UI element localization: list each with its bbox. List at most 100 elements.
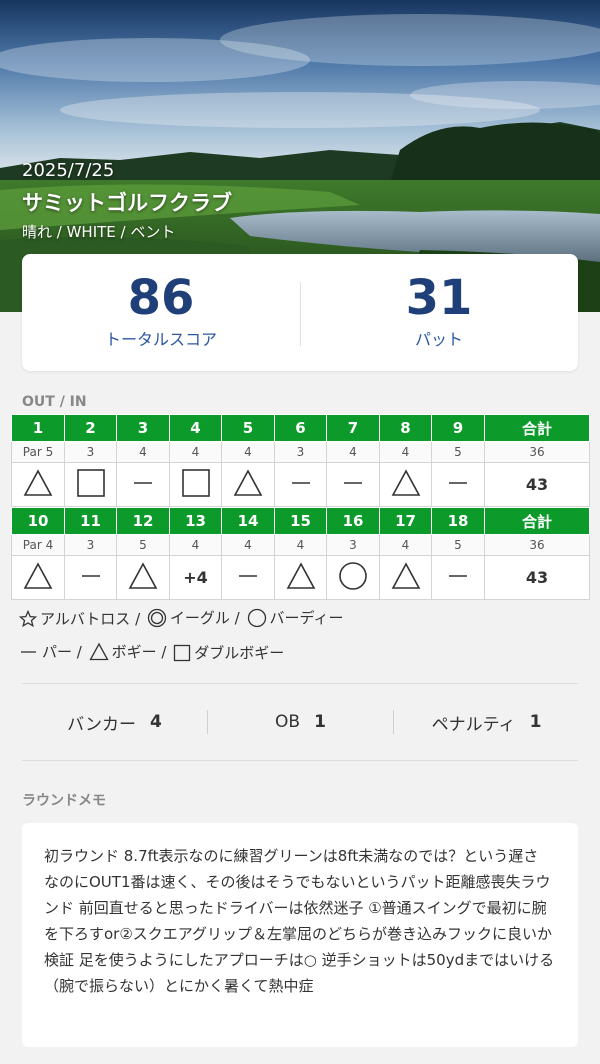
hole-result-cell (326, 555, 380, 600)
divider (22, 760, 578, 761)
par-total-cell: 36 (484, 534, 590, 556)
par-cell: 5 (431, 534, 485, 556)
hole-result-cell (11, 555, 65, 600)
legend-birdie: バーディー (247, 607, 343, 628)
par-cell: 5 (116, 534, 170, 556)
par-row: Par 5 3 4 4 4 3 4 4 5 36 (11, 441, 590, 463)
hole-number-cell: 6 (274, 414, 327, 442)
ob-label: OB (275, 712, 301, 732)
score-total-cell: 43 (484, 462, 590, 507)
hole-number-row: 10 11 12 13 14 15 16 17 18 合計 (11, 507, 590, 535)
legend-albatross: アルバトロス / (19, 608, 140, 629)
hole-result-cell (379, 555, 432, 600)
triangle-icon (128, 561, 158, 595)
hole-number-cell: 13 (169, 507, 222, 535)
total-header-cell: 合計 (484, 414, 590, 442)
score-legend-line-2: パー / ボギー / ダブルボギー (19, 641, 286, 666)
hole-number-cell: 10 (11, 507, 65, 535)
round-date: 2025/7/25 (22, 160, 115, 181)
result-row: +4 43 (11, 555, 590, 600)
course-name: サミットゴルフクラブ (22, 191, 232, 215)
par-cell: 4 (274, 534, 327, 556)
legend-par: パー / (19, 641, 82, 662)
divider (22, 683, 578, 684)
par-cell: Par 5 (11, 441, 65, 463)
hole-number-cell: 8 (379, 414, 432, 442)
par-cell: 4 (326, 441, 380, 463)
dash-icon (233, 561, 263, 595)
round-stats: バンカー 4 OB 1 ペナルティ 1 (22, 700, 578, 744)
legend-bogey: ボギー / (89, 641, 166, 662)
square-icon (174, 644, 191, 661)
putts-label: パット (414, 330, 463, 349)
dash-icon (76, 561, 106, 595)
triangle-icon (391, 468, 421, 502)
putts-value: 31 (405, 270, 473, 326)
hole-number-cell: 1 (11, 414, 65, 442)
dash-icon (338, 468, 368, 502)
score-summary-card: 86 トータルスコア 31 パット (22, 254, 578, 371)
total-score-label: トータルスコア (104, 330, 217, 349)
hole-result-cell (379, 462, 432, 507)
square-icon (76, 468, 106, 502)
star-icon (19, 609, 37, 627)
hole-result-cell (274, 555, 327, 600)
hole-result-cell (431, 462, 485, 507)
scorecard-out-table: 1 2 3 4 5 6 7 8 9 合計 Par 5 3 4 4 4 3 4 4 5 36 43 (11, 414, 590, 507)
round-conditions: 晴れ / WHITE / ベント (22, 223, 176, 241)
scorecard-in-table: 10 11 12 13 14 15 16 17 18 合計 Par 4 3 5 4 4 4 3 4 5 36 +4 4… (11, 507, 590, 600)
hole-result-cell: +4 (169, 555, 222, 600)
putts-block: 31 パット (300, 254, 578, 371)
par-cell: 3 (326, 534, 380, 556)
par-cell: 3 (64, 534, 117, 556)
memo-section-label: ラウンドメモ (22, 793, 106, 809)
hole-number-cell: 7 (326, 414, 380, 442)
dash-icon (128, 468, 158, 502)
dash-icon (443, 468, 473, 502)
triangle-icon (391, 561, 421, 595)
hole-result-cell (431, 555, 485, 600)
hole-result-cell (169, 462, 222, 507)
hole-number-cell: 11 (64, 507, 117, 535)
hole-number-cell: 4 (169, 414, 222, 442)
penalty-stat: ペナルティ 1 (394, 700, 579, 744)
hole-number-cell: 15 (274, 507, 327, 535)
penalty-value: 1 (529, 712, 542, 732)
hole-result-cell (64, 555, 117, 600)
double-circle-icon (147, 608, 167, 627)
triangle-icon (23, 468, 53, 502)
circle-icon (338, 561, 368, 595)
ob-stat: OB 1 (208, 700, 393, 744)
par-cell: 4 (221, 534, 275, 556)
legend-double-bogey: ダブルボギー (173, 642, 284, 663)
par-cell: 4 (379, 441, 432, 463)
par-cell: 4 (169, 534, 222, 556)
memo-text: 初ラウンド 8.7ft表示なのに練習グリーンは8ft未満なのでは？という遅さ な… (44, 847, 555, 995)
par-cell: 4 (379, 534, 432, 556)
dash-icon (443, 561, 473, 595)
par-cell: Par 4 (11, 534, 65, 556)
hole-number-cell: 14 (221, 507, 275, 535)
legend-eagle: イーグル / (147, 607, 240, 628)
bunker-label: バンカー (67, 714, 136, 735)
par-cell: 3 (274, 441, 327, 463)
hole-result-cell (116, 555, 170, 600)
bunker-stat: バンカー 4 (22, 700, 207, 744)
hole-result-cell (221, 555, 275, 600)
hole-result-cell (326, 462, 380, 507)
square-icon (181, 468, 211, 502)
hole-result-cell (64, 462, 117, 507)
score-legend-line-1: アルバトロス / イーグル / バーディー (19, 607, 345, 632)
par-total-cell: 36 (484, 441, 590, 463)
ob-value: 1 (314, 712, 326, 732)
par-cell: 4 (169, 441, 222, 463)
bunker-value: 4 (150, 712, 162, 732)
penalty-label: ペナルティ (431, 714, 516, 735)
hole-number-cell: 17 (379, 507, 432, 535)
par-row: Par 4 3 5 4 4 4 3 4 5 36 (11, 534, 590, 556)
triangle-icon (89, 642, 109, 660)
hole-result-cell (221, 462, 275, 507)
hole-number-cell: 18 (431, 507, 485, 535)
hole-number-cell: 3 (116, 414, 170, 442)
triangle-icon (286, 561, 316, 595)
